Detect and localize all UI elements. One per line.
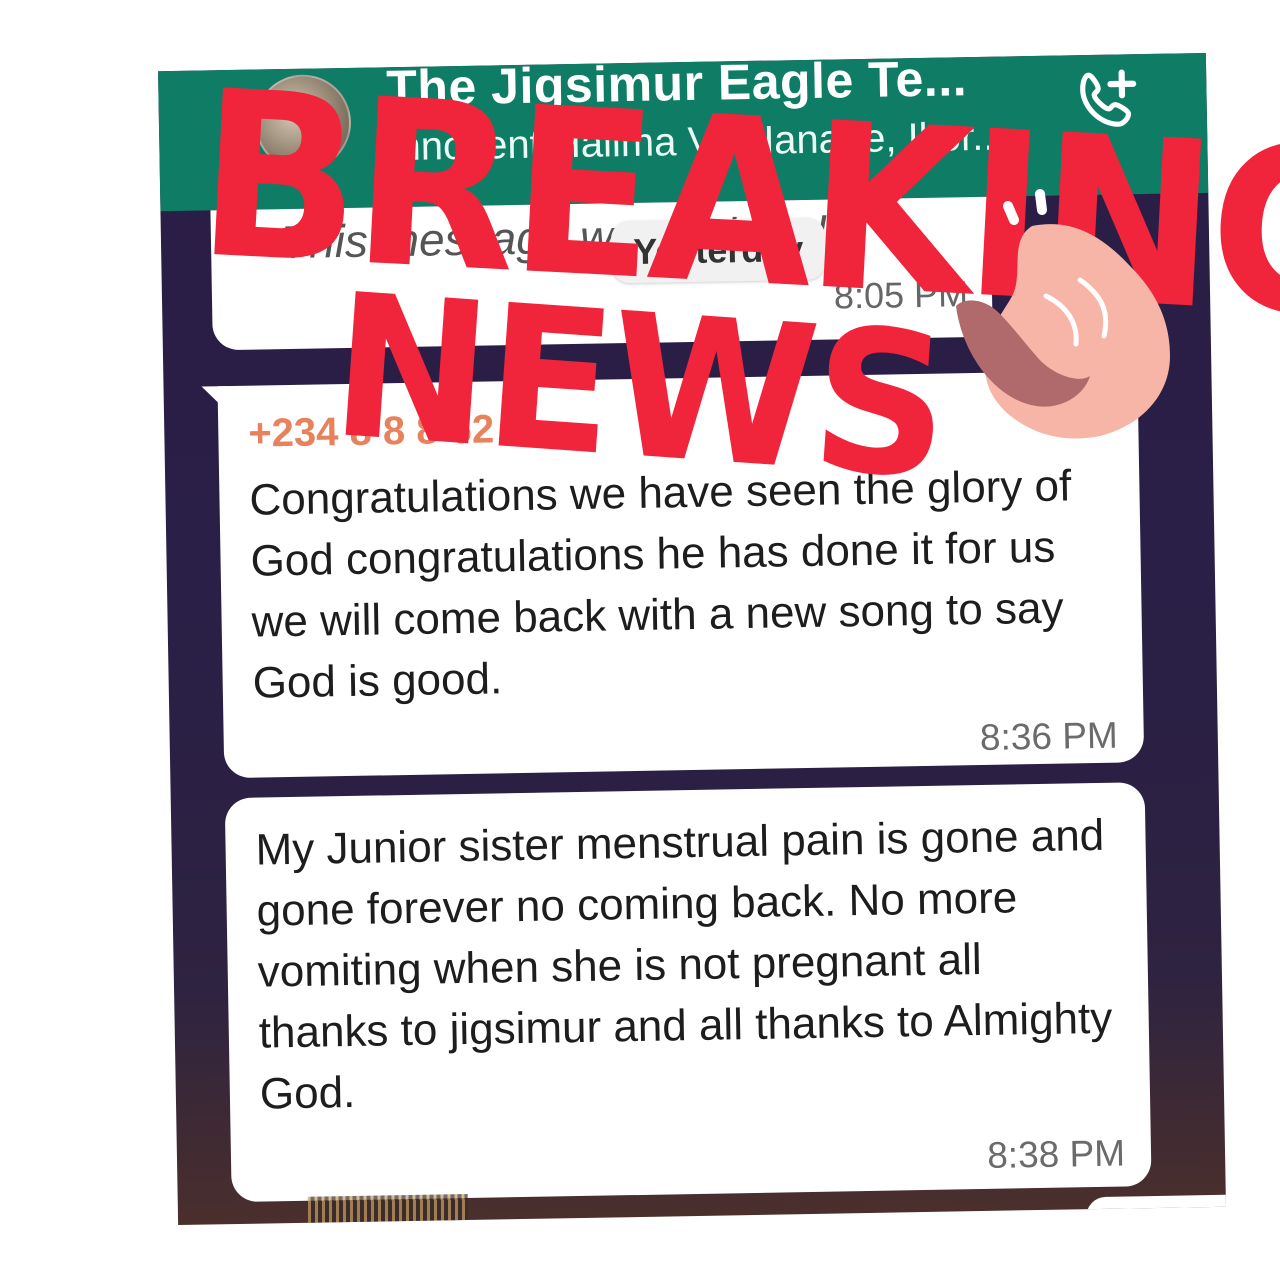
next-message-bubble-peek[interactable] <box>1085 1194 1226 1226</box>
message-bubble[interactable]: +234 8 8 8 62 0 Congratulations we have … <box>217 370 1145 779</box>
message-text: My Junior sister menstrual pain is gone … <box>255 810 1113 1119</box>
message-text: Congratulations we have seen the glory o… <box>249 461 1072 708</box>
group-avatar[interactable] <box>254 73 352 172</box>
message-timestamp: 8:36 PM <box>979 714 1119 758</box>
message-bubble[interactable]: My Junior sister menstrual pain is gone … <box>224 782 1152 1203</box>
chat-screenshot: The Jigsimur Eagle Te... Innocent Halima… <box>158 52 1226 1226</box>
chat-header[interactable]: The Jigsimur Eagle Te... Innocent Halima… <box>158 52 1209 212</box>
group-members-subtitle: Innocent Halima Ve Hanade, Ikor... <box>386 114 1006 170</box>
add-call-icon[interactable] <box>1074 66 1141 133</box>
sender-phone-number[interactable]: +234 8 8 8 62 0 <box>248 407 528 457</box>
group-title[interactable]: The Jigsimur Eagle Te... <box>386 53 968 117</box>
wallpaper-skyline <box>307 1194 469 1226</box>
message-timestamp: 8:05 PM <box>833 273 969 317</box>
deleted-message-bubble[interactable]: This message was deleted 8:05 PM <box>210 196 993 351</box>
date-separator-chip: Yesterday <box>610 217 826 284</box>
message-timestamp: 8:38 PM <box>986 1132 1126 1176</box>
